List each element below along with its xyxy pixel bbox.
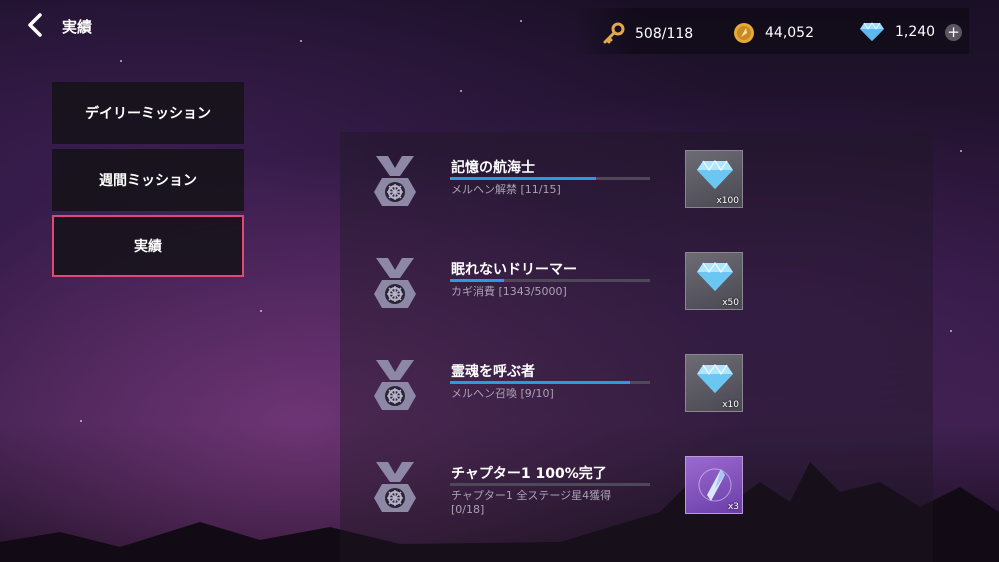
- tab-daily-missions[interactable]: デイリーミッション: [52, 82, 244, 144]
- progress-fill: [450, 381, 630, 384]
- reward-item[interactable]: x10: [685, 354, 743, 412]
- progress-bar: [450, 177, 650, 180]
- achievement-title: チャプター1 100%完了: [451, 466, 607, 482]
- diamond-icon: [697, 363, 733, 393]
- gold-coin-icon: [734, 23, 754, 43]
- list-item: 眠れないドリーマー カギ消費 [1343/5000] x50: [340, 252, 933, 352]
- reward-item[interactable]: x100: [685, 150, 743, 208]
- key-icon: [603, 22, 625, 44]
- header: 実績 508/118 44,052 1,240 +: [0, 0, 999, 60]
- keys-value: 508/118: [635, 26, 694, 42]
- list-item: 霊魂を呼ぶ者 メルヘン召喚 [9/10] x10: [340, 354, 933, 454]
- medal-icon: [374, 258, 416, 308]
- gold-counter: 44,052: [733, 22, 814, 44]
- progress-bar: [450, 483, 650, 486]
- tab-achievements[interactable]: 実績: [52, 215, 244, 277]
- progress-fill: [450, 279, 504, 282]
- tab-weekly-missions[interactable]: 週間ミッション: [52, 149, 244, 211]
- back-button[interactable]: [24, 12, 48, 38]
- reward-item[interactable]: x50: [685, 252, 743, 310]
- diamond-icon: [697, 261, 733, 291]
- gems-value: 1,240: [895, 24, 936, 40]
- medal-icon: [374, 462, 416, 512]
- diamond-icon: [860, 22, 884, 41]
- achievement-title: 記憶の航海士: [451, 160, 535, 176]
- progress-bar: [450, 279, 650, 282]
- reward-item[interactable]: x3: [685, 456, 743, 514]
- progress-fill: [450, 177, 596, 180]
- reward-quantity: x10: [722, 400, 739, 410]
- chevron-left-icon: [28, 13, 42, 37]
- add-gems-button[interactable]: +: [945, 23, 963, 41]
- keys-counter: 508/118: [601, 22, 693, 46]
- achievement-subtitle: メルヘン解禁 [11/15]: [451, 183, 561, 196]
- achievement-progress-count: [0/18]: [451, 503, 485, 516]
- diamond-icon: [697, 159, 733, 189]
- achievement-title: 眠れないドリーマー: [451, 262, 577, 278]
- achievement-subtitle: カギ消費 [1343/5000]: [451, 285, 567, 298]
- medal-icon: [374, 156, 416, 206]
- achievement-subtitle: チャプター1 全ステージ星4獲得: [451, 489, 612, 502]
- achievement-list[interactable]: 記憶の航海士 メルヘン解禁 [11/15] x100 眠れないドリーマー カギ消…: [340, 132, 933, 562]
- achievement-subtitle: メルヘン召喚 [9/10]: [451, 387, 554, 400]
- medal-icon: [374, 360, 416, 410]
- currency-bar: 508/118 44,052 1,240 +: [573, 8, 969, 54]
- page-title: 実績: [62, 18, 93, 36]
- crystal-shard-icon: [698, 468, 732, 502]
- list-item: 記憶の航海士 メルヘン解禁 [11/15] x100: [340, 150, 933, 250]
- reward-quantity: x100: [716, 196, 739, 206]
- progress-bar: [450, 381, 650, 384]
- gems-counter: 1,240 +: [859, 22, 963, 42]
- list-item: チャプター1 100%完了 チャプター1 全ステージ星4獲得 [0/18] x3: [340, 456, 933, 556]
- gold-value: 44,052: [765, 25, 814, 41]
- reward-quantity: x50: [722, 298, 739, 308]
- achievement-title: 霊魂を呼ぶ者: [451, 364, 535, 380]
- reward-quantity: x3: [727, 502, 739, 512]
